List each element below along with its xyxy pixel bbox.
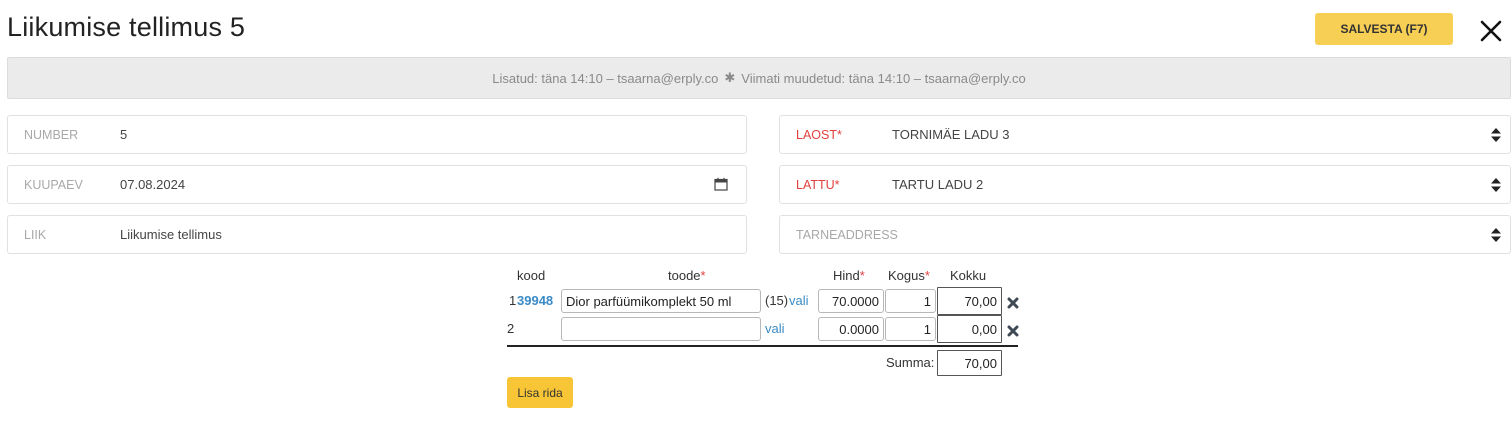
number-value: 5 <box>120 127 128 142</box>
from-warehouse-label: LAOST* <box>796 127 842 142</box>
date-label: KUUPAEV <box>24 177 83 192</box>
delete-row-icon[interactable] <box>1007 296 1019 309</box>
date-field[interactable]: KUUPAEV 07.08.2024 <box>7 165 747 204</box>
row-number: 2 <box>507 321 515 336</box>
pick-product-link[interactable]: vali <box>765 321 785 336</box>
col-header-total: Kokku <box>950 268 987 283</box>
pick-product-link[interactable]: vali <box>789 293 809 308</box>
close-button[interactable] <box>1477 17 1505 45</box>
type-value: Liikumise tellimus <box>120 227 222 242</box>
added-info: Lisatud: täna 14:10 – tsaarna@erply.co <box>492 70 719 86</box>
calendar-icon[interactable] <box>714 177 728 194</box>
select-arrows-icon <box>1490 227 1502 246</box>
col-header-price: Hind* <box>833 268 865 283</box>
sum-label: Summa: <box>886 355 935 370</box>
type-field[interactable]: LIIK Liikumise tellimus <box>7 215 747 254</box>
product-input[interactable]: Dior parfüümikomplekt 50 ml <box>561 289 761 313</box>
qty-input[interactable]: 1 <box>885 289 936 313</box>
to-warehouse-value: TARTU LADU 2 <box>892 177 984 192</box>
number-label: NUMBER <box>24 127 79 142</box>
qty-input[interactable]: 1 <box>885 317 936 341</box>
select-arrows-icon <box>1490 177 1502 196</box>
add-row-button[interactable]: Lisa rida <box>507 377 573 408</box>
number-field[interactable]: NUMBER 5 <box>7 115 747 154</box>
col-header-code: kood <box>517 268 546 283</box>
type-label: LIIK <box>24 227 47 242</box>
date-value: 07.08.2024 <box>120 177 186 192</box>
row-number: 1 <box>509 293 517 308</box>
price-input[interactable]: 70.0000 <box>818 289 884 313</box>
save-button[interactable]: SALVESTA (F7) <box>1315 13 1453 45</box>
page-title: Liikumise tellimus 5 <box>7 12 246 42</box>
col-header-product: toode* <box>668 268 706 283</box>
delete-row-icon[interactable] <box>1007 324 1019 337</box>
sum-value: 70,00 <box>937 350 1002 376</box>
table-divider <box>507 345 1018 347</box>
from-warehouse-value: TORNIMÄE LADU 3 <box>892 127 1010 142</box>
audit-info-bar: Lisatud: täna 14:10 – tsaarna@erply.co ✱… <box>7 57 1511 99</box>
product-input[interactable] <box>561 317 761 341</box>
info-separator: ✱ <box>724 70 736 85</box>
delivery-address-placeholder: TARNEADDRESS <box>796 227 898 242</box>
total-input[interactable]: 0,00 <box>937 315 1002 343</box>
product-code-link[interactable]: 39948 <box>517 293 553 308</box>
to-warehouse-label: LATTU* <box>796 177 840 192</box>
modified-info: Viimati muudetud: täna 14:10 – tsaarna@e… <box>741 70 1026 86</box>
total-input[interactable]: 70,00 <box>937 287 1002 315</box>
to-warehouse-select[interactable]: LATTU* TARTU LADU 2 <box>779 165 1511 204</box>
select-arrows-icon <box>1490 127 1502 146</box>
col-header-qty: Kogus* <box>888 268 930 283</box>
price-input[interactable]: 0.0000 <box>818 317 884 341</box>
stock-count: (15) <box>765 293 789 308</box>
delivery-address-select[interactable]: TARNEADDRESS <box>779 215 1511 254</box>
close-icon <box>1480 20 1502 42</box>
from-warehouse-select[interactable]: LAOST* TORNIMÄE LADU 3 <box>779 115 1511 154</box>
